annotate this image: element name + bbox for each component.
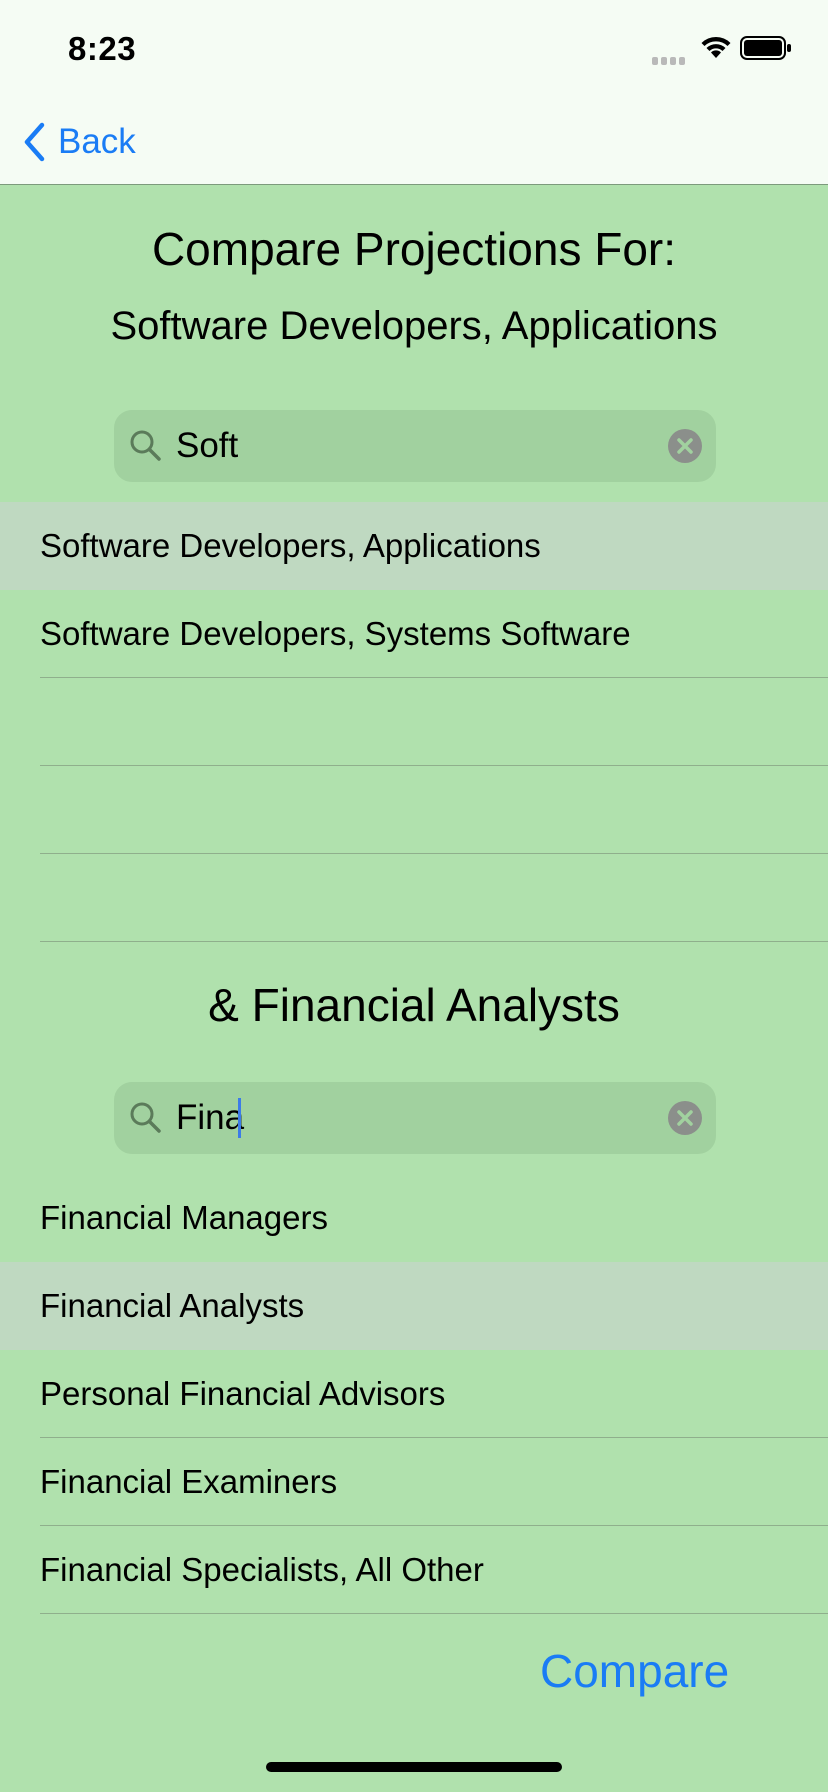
list-item[interactable]: Software Developers, Systems Software [0,590,828,678]
clear-search-icon[interactable] [668,429,702,463]
row-separator [40,1613,828,1614]
list-item-label: Financial Analysts [40,1287,305,1324]
status-bar: 8:23 [0,0,828,100]
compare-button[interactable]: Compare [540,1644,729,1704]
first-search-input[interactable] [176,410,646,482]
navigation-bar: Back [0,100,828,185]
list-item-label: Software Developers, Applications [40,527,541,564]
list-item-label: Financial Managers [40,1199,328,1236]
list-item[interactable]: Financial Managers [0,1174,828,1262]
clear-search-icon[interactable] [668,1101,702,1135]
list-item-label: Personal Financial Advisors [40,1375,446,1412]
list-item[interactable]: Financial Specialists, All Other [0,1526,828,1614]
chevron-left-icon [24,122,45,162]
first-selection-title: Software Developers, Applications [110,304,718,348]
list-item[interactable]: Financial Analysts [0,1262,828,1350]
list-item[interactable] [0,854,828,942]
second-search-input[interactable] [176,1082,646,1154]
wifi-icon [701,36,731,58]
cellular-signal-icon [652,52,688,70]
list-item[interactable]: Personal Financial Advisors [0,1350,828,1438]
list-item[interactable]: Software Developers, Applications [0,502,828,590]
text-cursor [238,1098,241,1138]
second-selection-title: & Financial Analysts [208,979,620,1031]
second-search-bar [114,1082,716,1154]
search-icon [130,1102,161,1133]
row-separator [40,941,828,942]
list-item[interactable]: Financial Examiners [0,1438,828,1526]
battery-icon [740,36,791,60]
home-indicator[interactable] [266,1762,562,1772]
list-item-label: Software Developers, Systems Software [40,615,631,652]
list-item-label: Financial Specialists, All Other [40,1551,484,1588]
list-item[interactable] [0,766,828,854]
first-search-bar [114,410,716,482]
back-button[interactable]: Back [22,118,136,166]
search-icon [130,430,161,461]
back-button-label: Back [58,122,136,161]
status-time: 8:23 [68,30,137,67]
list-item[interactable] [0,678,828,766]
list-item-label: Financial Examiners [40,1463,338,1500]
page-title: Compare Projections For: [151,223,677,275]
